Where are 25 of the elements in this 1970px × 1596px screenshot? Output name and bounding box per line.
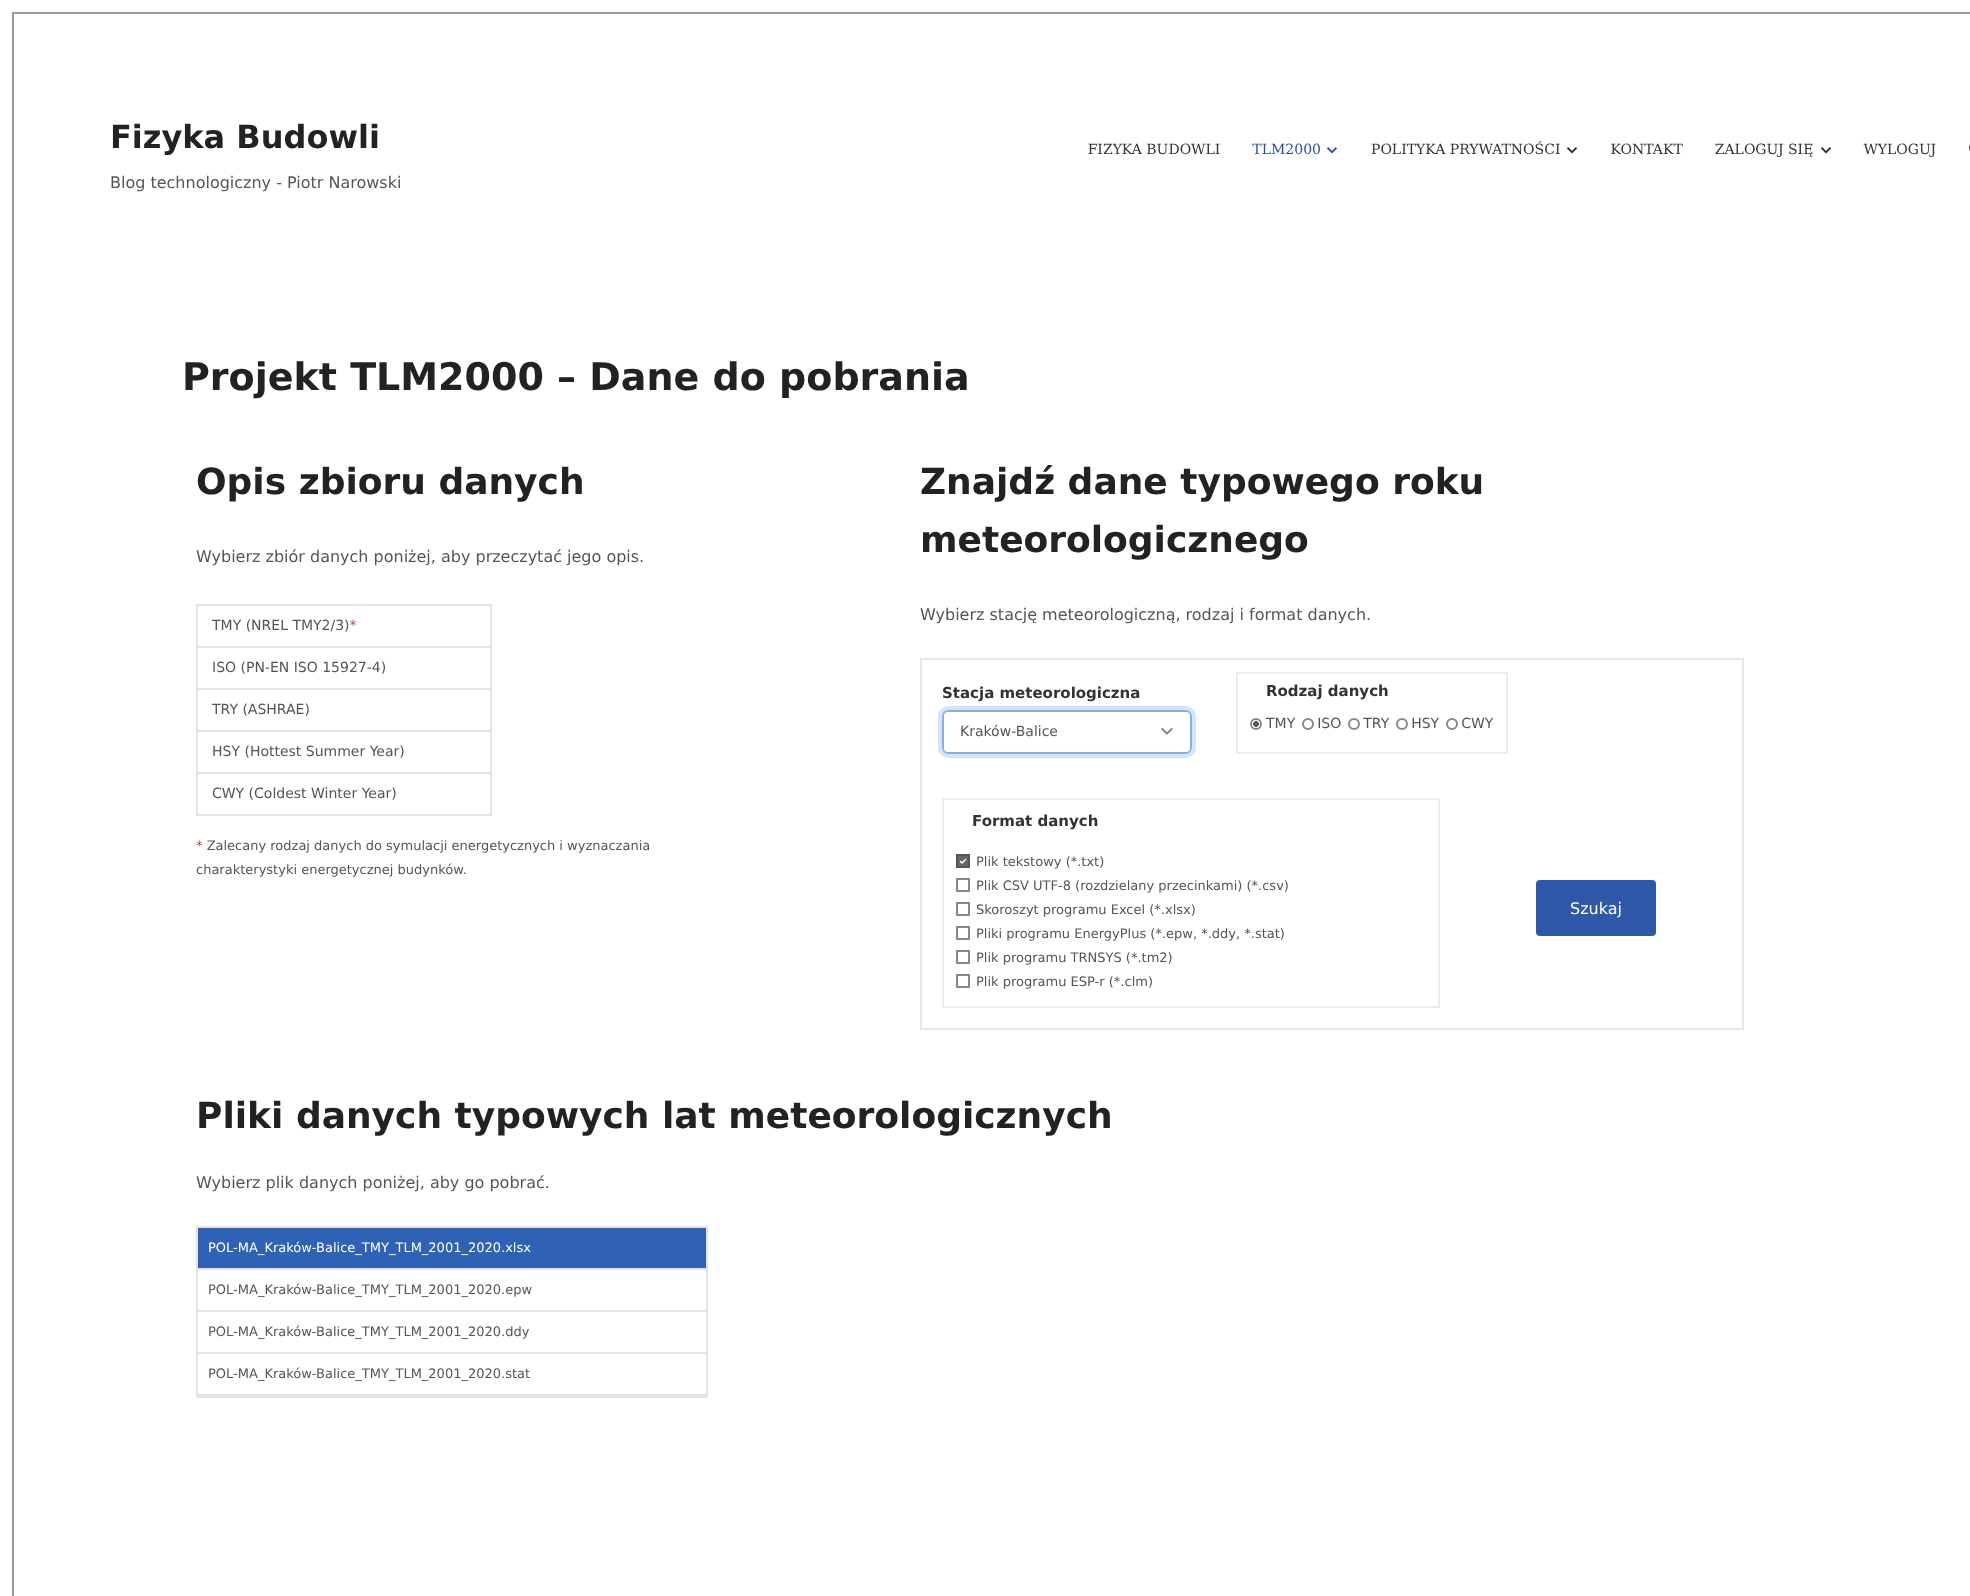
- intro-text: Wybierz plik danych poniżej, aby go pobrać.: [196, 1171, 552, 1196]
- page-title: Projekt TLM2000 – Dane do pobrania: [182, 356, 972, 400]
- radio-icon[interactable]: [1347, 717, 1360, 730]
- search-button[interactable]: Szukaj: [1536, 880, 1656, 937]
- caret-icon: [1819, 145, 1832, 153]
- caret-icon: [1326, 145, 1339, 153]
- site-title[interactable]: Fizyka Budowli: [110, 118, 402, 156]
- checkbox-icon[interactable]: [956, 902, 970, 917]
- intro-text: Wybierz zbiór danych poniżej, aby przeczytać jego opis.: [196, 545, 647, 570]
- radio-icon[interactable]: [1250, 717, 1262, 730]
- section-heading: Pliki danych typowych lat meteorologicznych: [196, 1093, 1115, 1142]
- site-tagline: Blog technologiczny - Piotr Narowski: [110, 174, 402, 192]
- checkbox-icon[interactable]: [956, 950, 970, 965]
- checkbox-icon[interactable]: [956, 974, 970, 989]
- radio-icon[interactable]: [1445, 717, 1458, 730]
- section-heading: Znajdź dane typowego roku meteorologicznego: [920, 460, 1487, 566]
- checkbox-icon[interactable]: [956, 854, 970, 869]
- caret-icon: [1160, 726, 1174, 737]
- checkbox-icon[interactable]: [956, 926, 970, 941]
- radio-icon[interactable]: [1301, 717, 1314, 730]
- section-heading: Opis zbioru danych: [196, 460, 587, 508]
- caret-icon: [1566, 145, 1579, 153]
- radio-icon[interactable]: [1395, 717, 1408, 730]
- intro-text: Wybierz stację meteorologiczną, rodzaj i format danych.: [920, 603, 1374, 628]
- checkbox-icon[interactable]: [956, 878, 970, 893]
